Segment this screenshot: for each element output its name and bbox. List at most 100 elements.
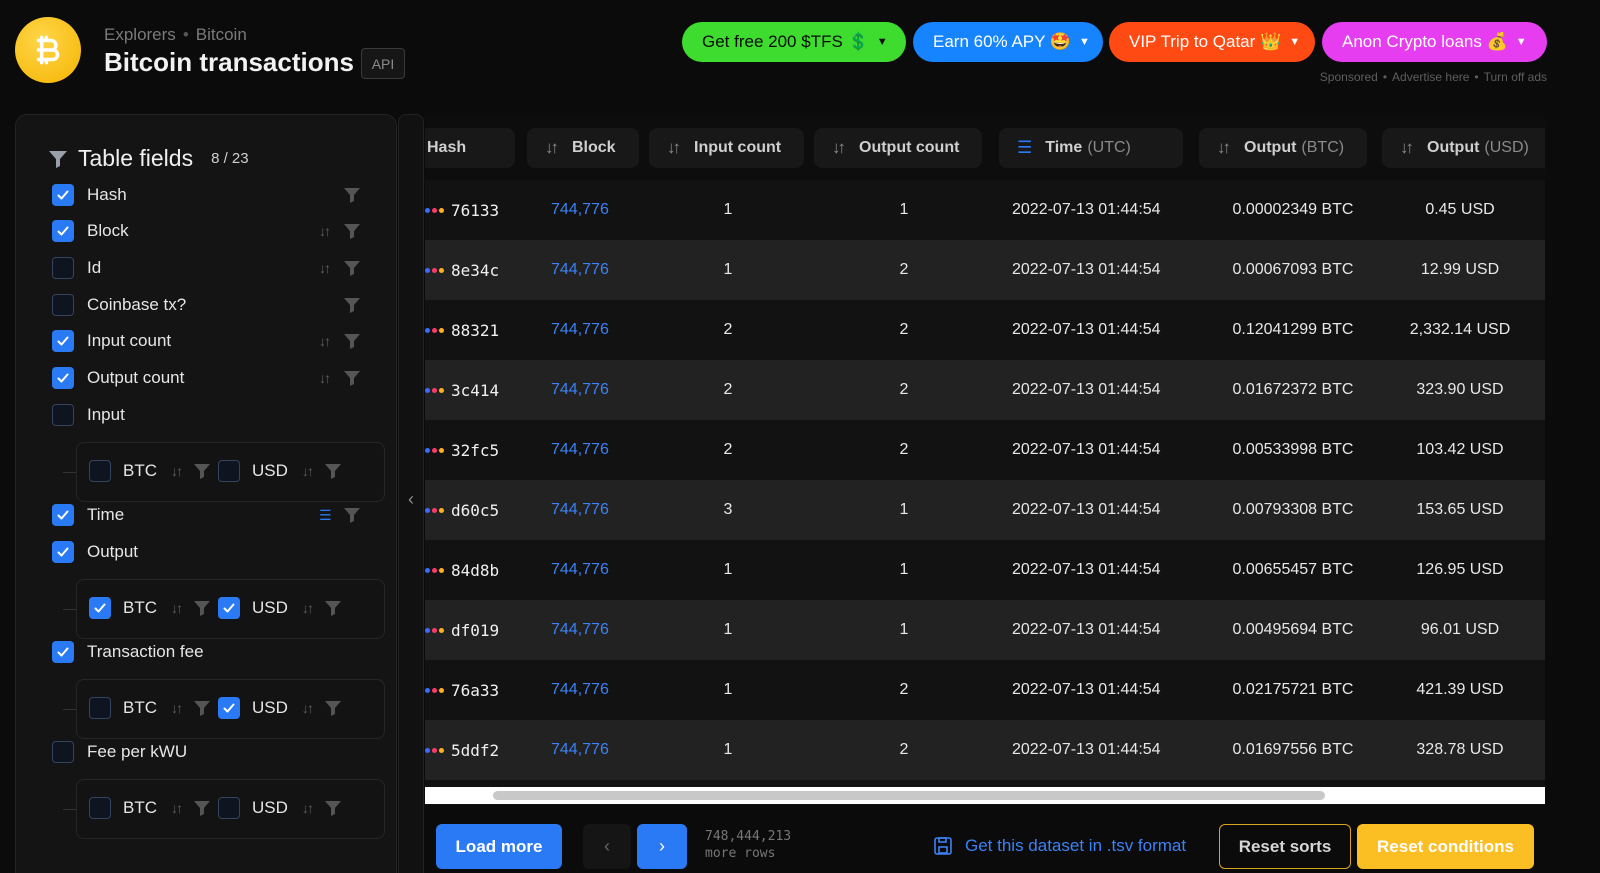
filter-icon[interactable]	[343, 332, 361, 350]
subfield-btc[interactable]: BTC ↓↑	[89, 797, 211, 819]
reset-conditions-button[interactable]: Reset conditions	[1357, 824, 1534, 869]
subfield-btc[interactable]: BTC ↓↑	[89, 697, 211, 719]
field-output-checkbox[interactable]	[52, 541, 74, 563]
subfield-btc-checkbox[interactable]	[89, 597, 111, 619]
field-block[interactable]: Block	[52, 220, 129, 242]
field-transaction-fee-checkbox[interactable]	[52, 641, 74, 663]
filter-icon[interactable]	[324, 462, 342, 480]
cell-hash[interactable]: 8e34c	[451, 261, 499, 280]
subfield-usd-checkbox[interactable]	[218, 797, 240, 819]
ad-free-tfs-button[interactable]: Get free 200 $TFS 💲 ▼	[682, 22, 906, 62]
sort-icon[interactable]: ↓↑	[319, 370, 337, 386]
download-tsv-link[interactable]: Get this dataset in .tsv format	[933, 836, 1186, 856]
table-row[interactable]: df019 744,776 1 1 2022-07-13 01:44:54 0.00495…	[425, 600, 1545, 660]
sort-icon[interactable]: ↓↑	[302, 600, 320, 616]
sort-icon[interactable]: ↓↑	[302, 800, 320, 816]
filter-icon[interactable]	[343, 506, 361, 524]
cell-hash[interactable]: 5ddf2	[451, 741, 499, 760]
table-row[interactable]: 76133 744,776 1 1 2022-07-13 01:44:54 0.00002…	[425, 180, 1545, 240]
subfield-usd-checkbox[interactable]	[218, 597, 240, 619]
filter-icon[interactable]	[193, 599, 211, 617]
filter-icon[interactable]	[324, 699, 342, 717]
field-time[interactable]: Time	[52, 504, 124, 526]
filter-icon[interactable]	[343, 259, 361, 277]
field-input-count[interactable]: Input count	[52, 330, 171, 352]
filter-icon[interactable]	[324, 799, 342, 817]
sort-desc-icon[interactable]: ☰	[319, 507, 337, 524]
subfield-usd[interactable]: USD ↓↑	[218, 597, 342, 619]
field-block-checkbox[interactable]	[52, 220, 74, 242]
table-row[interactable]: 84d8b 744,776 1 1 2022-07-13 01:44:54 0.00655…	[425, 540, 1545, 600]
ad-earn-apy-button[interactable]: Earn 60% APY 🤩 ▼	[913, 22, 1103, 62]
subfield-btc[interactable]: BTC ↓↑	[89, 597, 211, 619]
horizontal-scrollbar[interactable]	[425, 787, 1545, 804]
sort-icon[interactable]: ↓↑	[319, 260, 337, 276]
cell-block-link[interactable]: 744,776	[551, 681, 609, 699]
cell-block-link[interactable]: 744,776	[551, 561, 609, 579]
column-header-hash[interactable]: Hash	[425, 128, 515, 168]
cell-block-link[interactable]: 744,776	[551, 501, 609, 519]
table-row[interactable]: 5ddf2 744,776 1 2 2022-07-13 01:44:54 0.01697…	[425, 720, 1545, 780]
cell-hash[interactable]: 3c414	[451, 381, 499, 400]
field-transaction-fee[interactable]: Transaction fee	[52, 641, 204, 663]
cell-hash[interactable]: 88321	[451, 321, 499, 340]
sort-icon[interactable]: ↓↑	[171, 700, 189, 716]
field-output[interactable]: Output	[52, 541, 138, 563]
subfield-btc-checkbox[interactable]	[89, 460, 111, 482]
filter-icon[interactable]	[193, 799, 211, 817]
table-row[interactable]: 32fc5 744,776 2 2 2022-07-13 01:44:54 0.00533…	[425, 420, 1545, 480]
cell-block-link[interactable]: 744,776	[551, 321, 609, 339]
cell-block-link[interactable]: 744,776	[551, 201, 609, 219]
field-time-checkbox[interactable]	[52, 504, 74, 526]
sort-icon[interactable]: ↓↑	[302, 463, 320, 479]
column-header-block[interactable]: ↓↑ Block	[527, 128, 639, 168]
filter-icon[interactable]	[193, 699, 211, 717]
field-input-count-checkbox[interactable]	[52, 330, 74, 352]
turn-off-ads-link[interactable]: Turn off ads	[1484, 70, 1547, 84]
cell-block-link[interactable]: 744,776	[551, 441, 609, 459]
filter-icon[interactable]	[343, 296, 361, 314]
previous-page-button[interactable]: ‹	[583, 824, 631, 869]
column-header-output-btc[interactable]: ↓↑ Output (BTC)	[1199, 128, 1367, 168]
field-input[interactable]: Input	[52, 404, 125, 426]
subfield-btc-checkbox[interactable]	[89, 697, 111, 719]
table-row[interactable]: 8e34c 744,776 1 2 2022-07-13 01:44:54 0.00067…	[425, 240, 1545, 300]
cell-hash[interactable]: d60c5	[451, 501, 499, 520]
field-input-checkbox[interactable]	[52, 404, 74, 426]
filter-icon[interactable]	[193, 462, 211, 480]
sort-icon[interactable]: ↓↑	[171, 600, 189, 616]
subfield-usd-checkbox[interactable]	[218, 460, 240, 482]
cell-block-link[interactable]: 744,776	[551, 621, 609, 639]
filter-icon[interactable]	[343, 222, 361, 240]
field-output-count-checkbox[interactable]	[52, 367, 74, 389]
sort-icon[interactable]: ↓↑	[302, 700, 320, 716]
breadcrumb-explorers[interactable]: Explorers	[104, 25, 176, 44]
subfield-usd[interactable]: USD ↓↑	[218, 460, 342, 482]
table-row[interactable]: d60c5 744,776 3 1 2022-07-13 01:44:54 0.00793…	[425, 480, 1545, 540]
table-row[interactable]: 3c414 744,776 2 2 2022-07-13 01:44:54 0.01672…	[425, 360, 1545, 420]
cell-hash[interactable]: df019	[451, 621, 499, 640]
field-id-checkbox[interactable]	[52, 257, 74, 279]
field-coinbase-tx[interactable]: Coinbase tx?	[52, 294, 186, 316]
cell-block-link[interactable]: 744,776	[551, 261, 609, 279]
field-id[interactable]: Id	[52, 257, 101, 279]
sort-icon[interactable]: ↓↑	[319, 333, 337, 349]
subfield-usd[interactable]: USD ↓↑	[218, 697, 342, 719]
ad-crypto-loans-button[interactable]: Anon Crypto loans 💰 ▼	[1322, 22, 1547, 62]
filter-icon[interactable]	[343, 369, 361, 387]
field-output-count[interactable]: Output count	[52, 367, 184, 389]
filter-icon[interactable]	[324, 599, 342, 617]
subfield-usd-checkbox[interactable]	[218, 697, 240, 719]
field-fee-per-kwu-checkbox[interactable]	[52, 741, 74, 763]
field-hash[interactable]: Hash	[52, 184, 127, 206]
api-button[interactable]: API	[361, 48, 405, 79]
cell-hash[interactable]: 32fc5	[451, 441, 499, 460]
column-header-input-count[interactable]: ↓↑ Input count	[649, 128, 804, 168]
advertise-link[interactable]: Advertise here	[1392, 70, 1469, 84]
collapse-panel-button[interactable]: ‹	[398, 114, 424, 873]
cell-hash[interactable]: 76133	[451, 201, 499, 220]
subfield-usd[interactable]: USD ↓↑	[218, 797, 342, 819]
field-coinbase-tx-checkbox[interactable]	[52, 294, 74, 316]
scrollbar-thumb[interactable]	[493, 791, 1325, 800]
table-row[interactable]: 88321 744,776 2 2 2022-07-13 01:44:54 0.12041…	[425, 300, 1545, 360]
